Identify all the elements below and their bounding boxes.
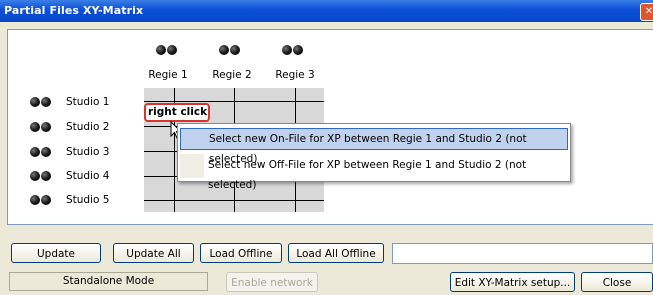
row-label-studio-3: Studio 3 (66, 146, 110, 158)
update-all-button[interactable]: Update All (113, 243, 194, 263)
column-label-regie-2: Regie 2 (212, 69, 252, 81)
update-button[interactable]: Update (11, 243, 101, 263)
window-title: Partial Files XY-Matrix (4, 4, 144, 17)
close-icon[interactable]: ✕ (640, 3, 653, 21)
load-offline-button[interactable]: Load Offline (200, 243, 282, 263)
studio-3-indicator-icon (30, 147, 52, 157)
studio-4-indicator-icon (30, 171, 52, 181)
file-path-field[interactable] (392, 243, 653, 264)
column-label-regie-3: Regie 3 (275, 69, 315, 81)
menu-item-label: Select new Off-File for XP between Regie… (208, 159, 527, 191)
regie-2-indicator-icon (219, 45, 241, 55)
studio-5-indicator-icon (30, 195, 52, 205)
row-label-studio-2: Studio 2 (66, 121, 110, 133)
row-label-studio-1: Studio 1 (66, 96, 110, 108)
right-click-callout: right click (144, 103, 210, 122)
grid-line (144, 200, 324, 201)
title-bar[interactable]: Partial Files XY-Matrix ✕ (0, 0, 653, 22)
status-mode-label: Standalone Mode (9, 272, 208, 291)
menu-item-select-on-file[interactable]: Select new On-File for XP between Regie … (180, 128, 568, 165)
close-button[interactable]: Close (581, 272, 653, 292)
context-menu: Select new On-File for XP between Regie … (177, 123, 571, 191)
grid-line (144, 101, 324, 102)
regie-1-indicator-icon (156, 45, 178, 55)
row-label-studio-4: Studio 4 (66, 170, 110, 182)
menu-item-select-off-file[interactable]: Select new Off-File for XP between Regie… (180, 155, 566, 191)
regie-3-indicator-icon (282, 45, 304, 55)
edit-xy-matrix-setup-button[interactable]: Edit XY-Matrix setup... (450, 272, 575, 292)
enable-network-button[interactable]: Enable network (226, 272, 318, 292)
studio-1-indicator-icon (30, 97, 52, 107)
row-label-studio-5: Studio 5 (66, 194, 110, 206)
column-label-regie-1: Regie 1 (148, 69, 188, 81)
load-all-offline-button[interactable]: Load All Offline (288, 243, 384, 263)
xy-matrix-window: Partial Files XY-Matrix ✕ Regie 1 Regie … (0, 0, 653, 295)
studio-2-indicator-icon (30, 122, 52, 132)
